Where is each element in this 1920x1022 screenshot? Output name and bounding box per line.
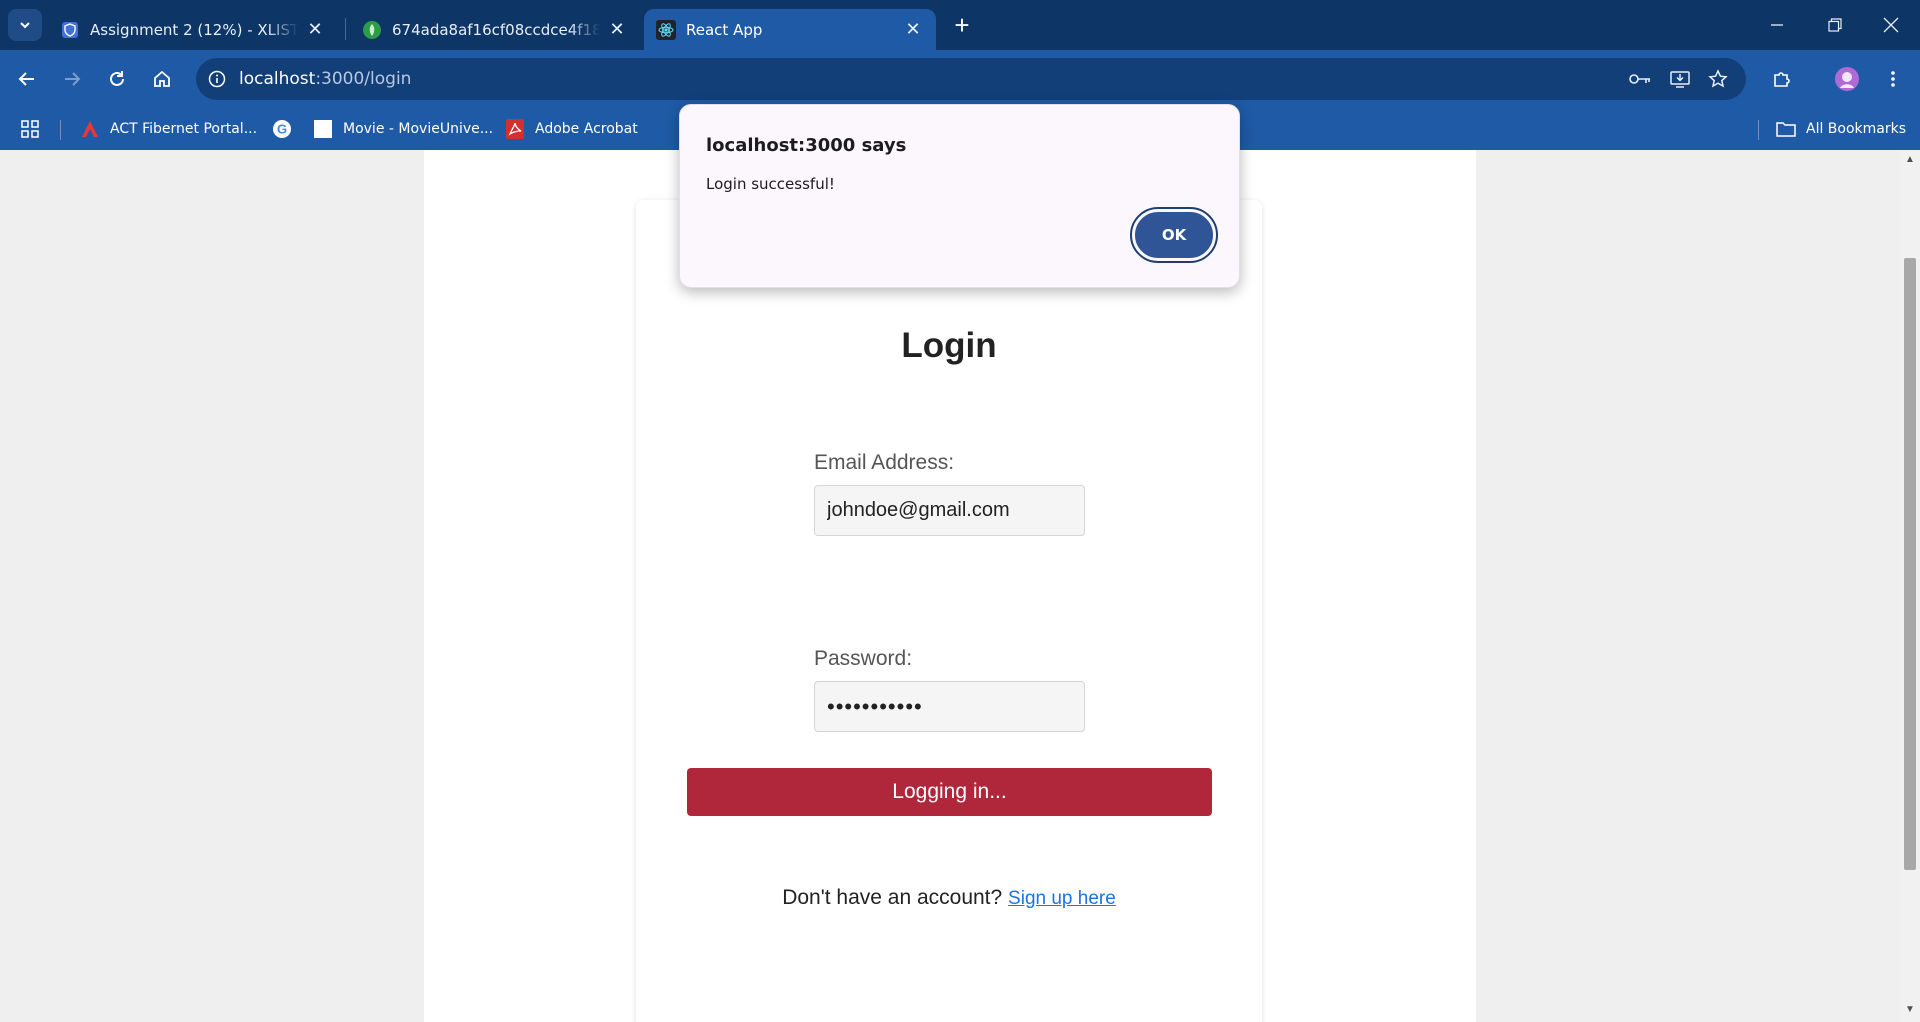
restore-icon [1828,18,1842,32]
star-icon [1708,69,1728,88]
page-icon [313,119,333,139]
bookmark-movie[interactable]: Movie - MovieUnive... [313,116,493,142]
menu-button[interactable] [1876,62,1910,96]
dialog-ok-button[interactable]: OK [1130,207,1218,263]
email-field[interactable] [814,485,1085,536]
bookmarks-divider [1758,120,1759,140]
tab-title: Assignment 2 (12%) - XLIST Fall [90,20,298,39]
chevron-down-icon [20,22,30,29]
email-label: Email Address: [814,451,955,474]
signup-prompt: Don't have an account? Sign up here [636,886,1262,910]
shield-icon [60,20,80,40]
svg-text:G: G [277,122,287,137]
tab-strip: Assignment 2 (12%) - XLIST Fall ✕ 674ada… [0,0,1920,50]
all-bookmarks-label: All Bookmarks [1806,121,1907,137]
close-icon [1883,17,1899,33]
bookmark-label: Movie - MovieUnive... [343,121,494,137]
profile-button[interactable] [1830,62,1864,96]
password-label: Password: [814,647,913,670]
login-card: Login Email Address: Password: Logging i… [636,200,1262,1022]
alert-dialog: localhost:3000 says Login successful! OK [679,104,1240,288]
scroll-down-arrow[interactable]: ▼ [1904,1004,1916,1016]
restore-button[interactable] [1806,0,1864,50]
reload-button[interactable] [100,62,134,96]
tab-title: 674ada8af16cf08ccdce4f18 - Mo [392,20,600,39]
close-icon[interactable]: ✕ [902,19,924,41]
url-host: localhost [239,69,316,89]
dialog-title: localhost:3000 says [706,135,907,156]
apps-grid-icon [21,120,39,138]
scroll-up-arrow[interactable]: ▲ [1904,154,1916,166]
scrollbar-thumb[interactable] [1904,258,1916,870]
apps-button[interactable] [20,116,40,142]
bookmark-label: ACT Fibernet Portal... [110,121,258,137]
back-button[interactable] [10,62,44,96]
react-icon [656,19,676,40]
extensions-button[interactable] [1765,62,1799,96]
avatar [1835,67,1859,91]
url-text: localhost:3000/login [239,69,411,89]
login-submit-button[interactable]: Logging in... [687,768,1212,816]
minimize-button[interactable] [1748,0,1806,50]
page-scrollbar[interactable]: ▲ ▼ [1900,150,1920,1022]
install-app-button[interactable] [1663,62,1697,96]
reload-icon [110,71,124,86]
tab-mongodb[interactable]: 674ada8af16cf08ccdce4f18 - Mo ✕ [350,9,640,50]
tab-title: React App [686,20,763,39]
signup-prompt-text: Don't have an account? [782,886,1003,909]
dialog-message: Login successful! [706,175,835,193]
minimize-icon [1771,24,1783,26]
forward-button[interactable] [55,62,89,96]
bookmark-act-fibernet[interactable]: ACT Fibernet Portal... [80,116,257,142]
password-key-button[interactable] [1623,62,1657,96]
bookmarks-divider [60,120,61,140]
site-info-button[interactable] [199,61,235,97]
bookmark-label: Adobe Acrobat [535,121,638,137]
window-close-button[interactable] [1862,0,1920,50]
close-icon[interactable]: ✕ [304,19,326,41]
new-tab-button[interactable]: + [948,12,976,40]
install-icon [1670,71,1690,88]
key-icon [1629,74,1650,84]
acrobat-icon [505,119,525,139]
page-title: Login [901,326,997,365]
leaf-icon [362,20,382,40]
tab-react-app[interactable]: React App ✕ [644,9,936,50]
folder-icon [1776,119,1796,139]
bookmark-star-button[interactable] [1701,62,1735,96]
arrow-right-icon [65,72,81,86]
password-field[interactable] [814,681,1085,732]
url-path: :3000/login [315,69,412,89]
browser-toolbar: localhost:3000/login [0,50,1920,108]
address-bar[interactable]: localhost:3000/login [196,58,1746,100]
bookmark-adobe-acrobat[interactable]: Adobe Acrobat [505,116,638,142]
puzzle-icon [1774,72,1790,87]
act-logo-icon [80,119,100,139]
home-icon [154,70,170,87]
bookmark-google[interactable]: G [272,116,302,142]
tab-assignment[interactable]: Assignment 2 (12%) - XLIST Fall ✕ [48,9,338,50]
tab-separator [345,18,346,40]
info-icon [208,70,226,88]
signup-link[interactable]: Sign up here [1008,888,1116,909]
home-button[interactable] [145,62,179,96]
arrow-left-icon [18,72,34,86]
more-vert-icon [1891,71,1895,87]
close-icon[interactable]: ✕ [606,19,628,41]
google-icon: G [272,119,292,139]
tab-search-button[interactable] [8,9,42,41]
all-bookmarks-button[interactable]: All Bookmarks [1776,116,1906,142]
